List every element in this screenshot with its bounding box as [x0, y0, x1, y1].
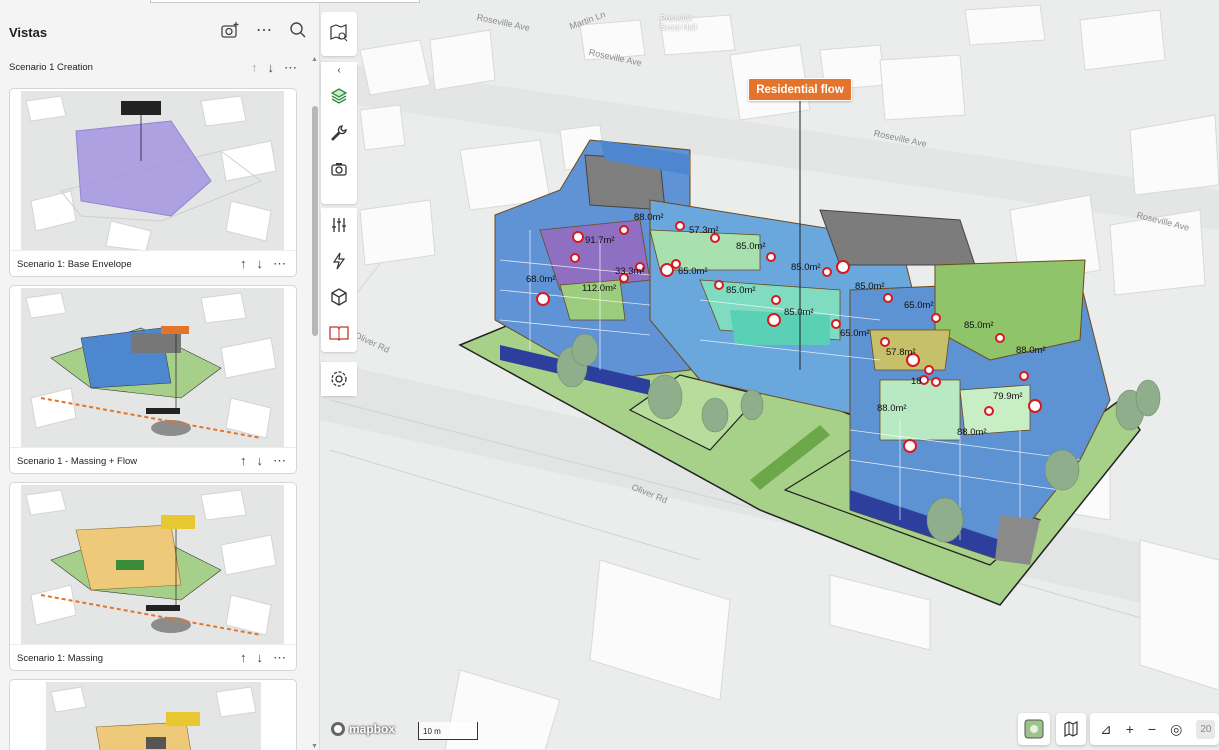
more-icon[interactable]: ⋯	[254, 20, 274, 40]
area-label: 85.0m²	[736, 241, 766, 252]
area-label: 57.3m²	[689, 225, 719, 236]
area-label: 18	[911, 376, 922, 387]
scroll-thumb[interactable]	[312, 106, 318, 336]
toolbar-group-primary: ‹	[321, 62, 357, 204]
vista-label: Scenario 1: Base Envelope	[17, 259, 132, 270]
area-label: 65.0m²	[840, 328, 870, 339]
vista-card[interactable]: Scenario 1 - Massing + Flow ↑ ↓ ⋯	[9, 285, 297, 474]
vista-label: Scenario 1 Creation	[9, 62, 93, 73]
vista-list[interactable]: Scenario 1 Creation ↑ ↓ ⋯ Scenario 1: Ba…	[0, 56, 310, 750]
zoom-controls: ⊿ + − ◎ 20	[1090, 713, 1219, 745]
vista-label: Scenario 1 - Massing + Flow	[17, 456, 138, 467]
vista-card[interactable]: Scenario 1: Massing ↑ ↓ ⋯	[9, 482, 297, 671]
top-strip	[0, 0, 420, 5]
satellite-toggle-icon	[1024, 719, 1044, 739]
vista-label: Scenario 1: Massing	[17, 653, 104, 664]
move-up-icon[interactable]: ↑	[240, 453, 247, 469]
area-label: 88.0m²	[1016, 345, 1046, 356]
more-icon[interactable]: ⋯	[273, 453, 286, 469]
vistas-sidebar: Vistas ⋯ Scenario 1 Creation ↑ ↓ ⋯ Scena…	[0, 0, 420, 750]
satellite-toggle-button[interactable]	[1018, 713, 1050, 745]
sidebar-scrollbar[interactable]: ▲ ▼	[311, 56, 319, 750]
sidebar-title: Vistas	[9, 25, 48, 40]
mapbox-logo-icon	[331, 722, 345, 736]
more-icon[interactable]: ⋯	[273, 256, 286, 272]
vista-card-bar: Scenario 1 - Massing + Flow ↑ ↓ ⋯	[10, 447, 296, 473]
map-search-button[interactable]	[321, 12, 357, 56]
scale-bar: 10 m	[418, 722, 478, 740]
area-label: 85.0m²	[855, 281, 885, 292]
app-window: Residential flow Roseville Ave Martin Ln…	[0, 0, 1219, 750]
area-label: 65.0m²	[678, 266, 708, 277]
move-up-icon[interactable]: ↑	[240, 256, 247, 272]
vista-thumbnail	[21, 288, 284, 448]
settings-icon	[321, 362, 357, 396]
map-style-button[interactable]	[1056, 713, 1086, 745]
move-up-icon[interactable]: ↑	[240, 650, 247, 666]
area-label: 85.0m²	[726, 285, 756, 296]
pitch-icon[interactable]: ⊿	[1100, 721, 1112, 738]
map-search-icon	[321, 16, 357, 50]
vista-card[interactable]	[9, 679, 297, 750]
area-label: 68.0m²	[526, 274, 556, 285]
map-canvas[interactable]	[320, 0, 1219, 750]
zoom-level[interactable]: 20	[1196, 719, 1216, 739]
settings-button[interactable]	[321, 362, 357, 396]
more-icon[interactable]: ⋯	[273, 650, 286, 666]
sliders-icon[interactable]	[321, 208, 357, 242]
area-label: 33.3m²	[615, 266, 645, 277]
sidebar-header: Vistas ⋯	[0, 8, 320, 54]
book-icon[interactable]	[321, 316, 357, 350]
area-label: 91.7m²	[585, 235, 615, 246]
area-label: 88.0m²	[634, 212, 664, 223]
cube-icon[interactable]	[321, 280, 357, 314]
area-label: 88.0m²	[877, 403, 907, 414]
layers-icon[interactable]	[321, 79, 357, 113]
scroll-down-icon[interactable]: ▼	[311, 743, 318, 750]
scroll-up-icon[interactable]: ▲	[311, 56, 318, 63]
vista-thumbnail	[21, 485, 284, 645]
area-label: 112.0m²	[582, 283, 617, 294]
locate-icon[interactable]: ◎	[1170, 721, 1182, 738]
map-style-icon	[1064, 721, 1078, 737]
area-label: 85.0m²	[964, 320, 994, 331]
area-label: 85.0m²	[784, 307, 814, 318]
area-label: 79.9m²	[993, 391, 1023, 402]
vista-card-bar: Scenario 1: Massing ↑ ↓ ⋯	[10, 644, 296, 670]
vista-card[interactable]: Scenario 1: Base Envelope ↑ ↓ ⋯	[9, 88, 297, 277]
move-down-icon[interactable]: ↓	[257, 256, 264, 272]
zoom-out-icon[interactable]: −	[1148, 721, 1156, 737]
move-down-icon[interactable]: ↓	[257, 453, 264, 469]
toolbar-group-secondary	[321, 208, 357, 352]
search-icon[interactable]	[288, 20, 308, 40]
area-label: 85.0m²	[791, 262, 821, 273]
map-view[interactable]: Residential flow	[320, 0, 1219, 750]
area-label: 65.0m²	[904, 300, 934, 311]
zoom-in-icon[interactable]: +	[1126, 721, 1134, 737]
residential-flow-callout[interactable]: Residential flow	[748, 78, 852, 101]
vista-thumbnail	[46, 682, 261, 750]
move-down-icon[interactable]: ↓	[268, 60, 275, 76]
more-icon[interactable]: ⋯	[284, 60, 297, 76]
area-label: 57.8m²	[886, 347, 916, 358]
wrench-icon[interactable]	[321, 116, 357, 150]
collapse-chevron-icon[interactable]: ‹	[321, 62, 357, 78]
poi-label: Roseville Scout Hall	[660, 14, 697, 32]
camera-icon[interactable]	[321, 152, 357, 186]
vista-thumbnail	[21, 91, 284, 251]
mapbox-logo[interactable]: mapbox	[331, 722, 395, 736]
move-up-icon[interactable]: ↑	[251, 60, 258, 76]
vista-card-bar: Scenario 1: Base Envelope ↑ ↓ ⋯	[10, 250, 296, 276]
camera-plus-icon[interactable]	[220, 20, 240, 40]
area-label: 88.0m²	[957, 427, 987, 438]
move-down-icon[interactable]: ↓	[257, 650, 264, 666]
lightning-icon[interactable]	[321, 244, 357, 278]
